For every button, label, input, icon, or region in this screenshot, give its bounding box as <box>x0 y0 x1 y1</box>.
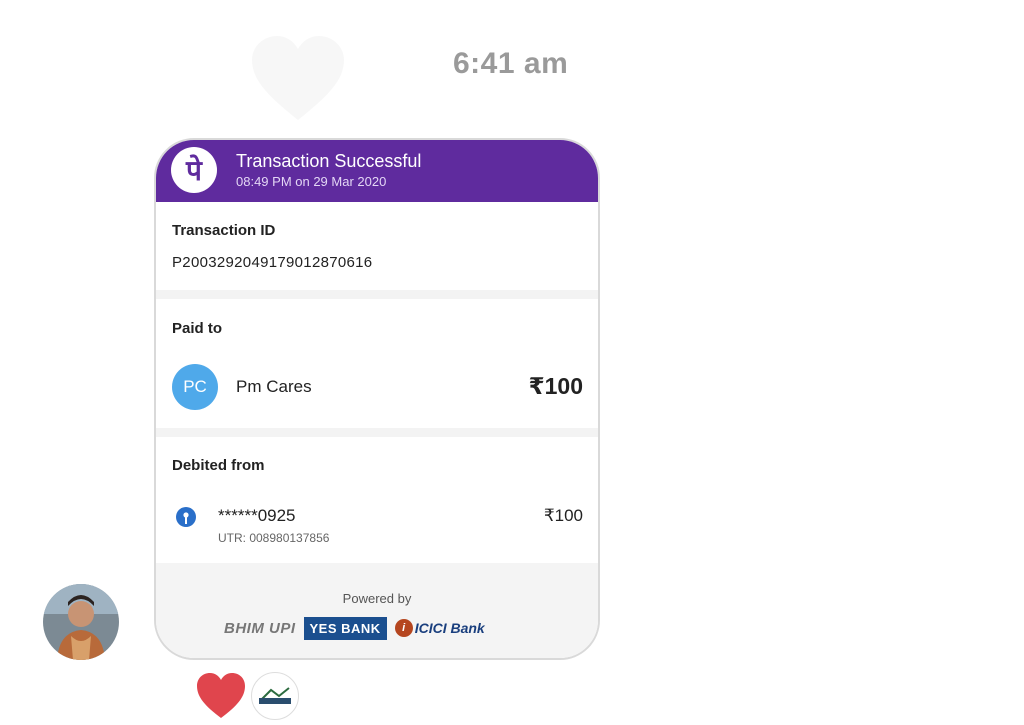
transaction-datetime: 08:49 PM on 29 Mar 2020 <box>236 174 387 189</box>
section-divider <box>156 290 598 299</box>
reactor-avatar[interactable] <box>251 672 299 720</box>
transaction-id-label: Transaction ID <box>172 222 276 239</box>
faded-heart-icon <box>252 36 344 120</box>
partner-logos: BHIM UPI YES BANK i ICICI Bank <box>224 615 554 641</box>
transaction-receipt-card[interactable]: पे Transaction Successful 08:49 PM on 29… <box>154 138 600 660</box>
transaction-id-value: P2003292049179012870616 <box>172 254 373 271</box>
sbi-bank-icon <box>176 507 196 527</box>
debit-account-number: ******0925 <box>218 506 296 525</box>
debited-amount: ₹100 <box>543 506 583 525</box>
payee-avatar: PC <box>172 364 218 410</box>
receipt-header: पे Transaction Successful 08:49 PM on 29… <box>156 140 598 202</box>
phonepe-logo-icon: पे <box>171 147 217 193</box>
icici-mark-icon: i <box>394 619 413 637</box>
sender-avatar[interactable] <box>43 584 119 660</box>
heart-reaction-icon[interactable] <box>195 672 247 720</box>
message-timestamp: 6:41 am <box>453 47 569 80</box>
transaction-status-title: Transaction Successful <box>236 151 422 171</box>
bhim-upi-logo: BHIM UPI <box>224 619 296 637</box>
payee-name: Pm Cares <box>236 377 312 396</box>
icici-bank-text: ICICI Bank <box>414 620 485 636</box>
yes-bank-logo: YES BANK <box>303 616 387 640</box>
icici-bank-logo: i ICICI Bank <box>394 619 485 637</box>
paid-to-label: Paid to <box>172 320 223 337</box>
section-divider <box>156 428 598 437</box>
receipt-footer: Powered by BHIM UPI YES BANK i ICICI Ban… <box>156 563 598 658</box>
debited-from-label: Debited from <box>172 457 265 474</box>
powered-by-label: Powered by <box>342 591 412 606</box>
utr-number: UTR: 008980137856 <box>218 531 330 545</box>
paid-amount: ₹100 <box>528 373 583 399</box>
reactor-logo-icon <box>259 687 291 704</box>
sender-photo <box>43 584 119 660</box>
